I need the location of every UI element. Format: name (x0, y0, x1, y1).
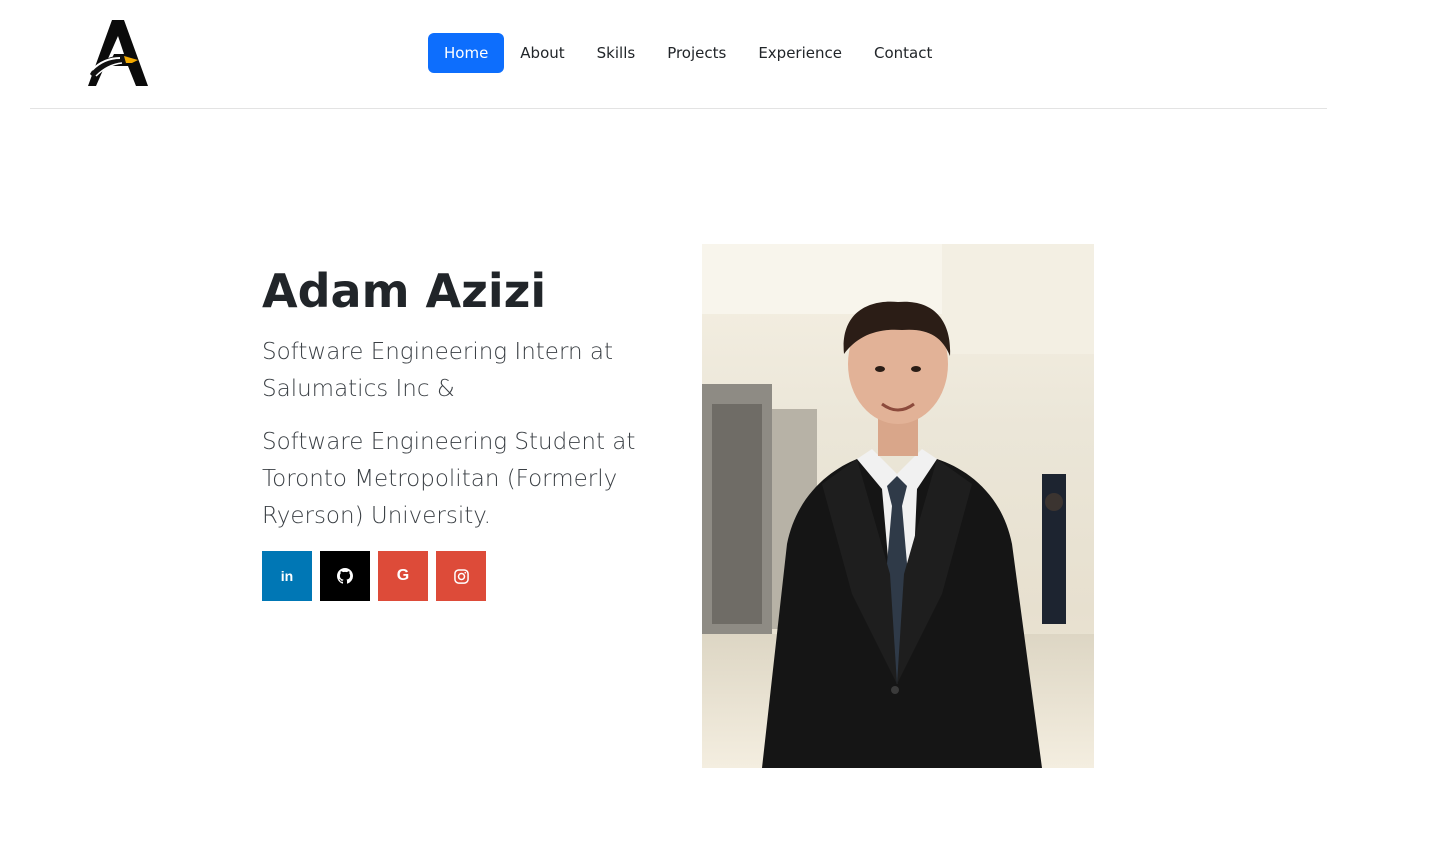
nav-experience[interactable]: Experience (742, 33, 858, 73)
github-button[interactable] (320, 551, 370, 601)
hero-school: Software Engineering Student at Toronto … (262, 429, 636, 529)
social-links: in G (262, 551, 662, 601)
hero-name: Adam Azizi (262, 264, 547, 318)
nav-contact[interactable]: Contact (858, 33, 948, 73)
google-icon: G (396, 567, 410, 584)
instagram-button[interactable] (436, 551, 486, 601)
navbar: Home About Skills Projects Experience Co… (30, 0, 1327, 109)
nav-about[interactable]: About (504, 33, 580, 73)
nav-home[interactable]: Home (428, 33, 505, 73)
linkedin-button[interactable]: in (262, 551, 312, 601)
linkedin-icon: in (280, 568, 294, 584)
instagram-icon (453, 568, 469, 584)
site-logo[interactable] (82, 16, 154, 88)
google-button[interactable]: G (378, 551, 428, 601)
nav-projects[interactable]: Projects (651, 33, 742, 73)
hero-role: Software Engineering Intern at Salumatic… (262, 339, 613, 402)
main-nav: Home About Skills Projects Experience Co… (428, 33, 948, 73)
github-icon (337, 568, 353, 584)
profile-photo (702, 244, 1094, 768)
hero-intro: Adam Azizi Software Engineering Intern a… (262, 262, 662, 601)
nav-skills[interactable]: Skills (581, 33, 652, 73)
